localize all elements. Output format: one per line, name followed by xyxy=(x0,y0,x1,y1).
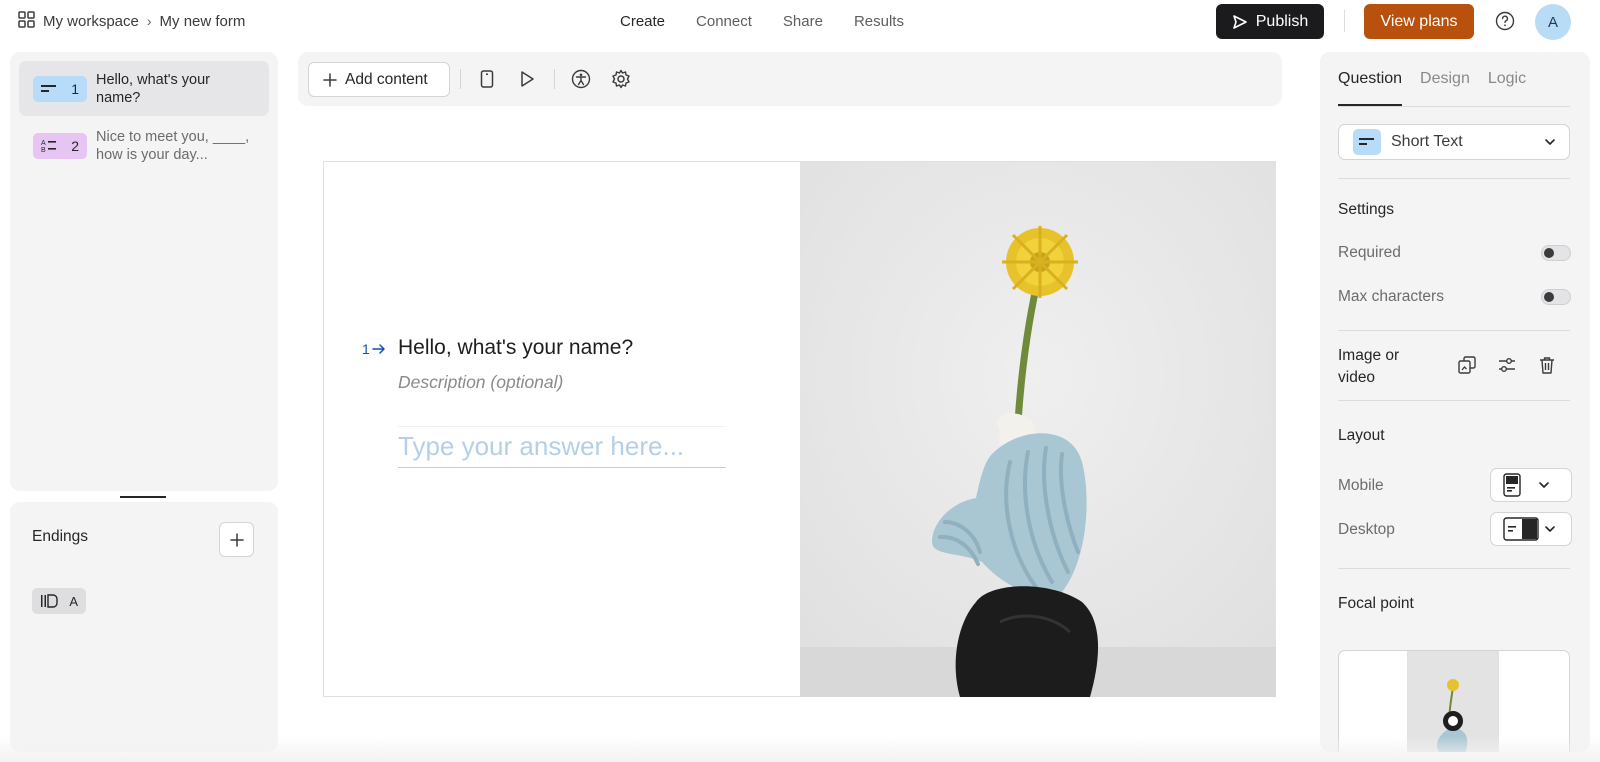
question-settings-panel: Question Design Logic Short Text Setting… xyxy=(1320,52,1590,752)
svg-text:A: A xyxy=(41,140,46,147)
top-nav: Create Connect Share Results xyxy=(620,0,904,42)
question-list-text: Hello, what's your name? xyxy=(96,72,210,106)
nav-create[interactable]: Create xyxy=(620,13,665,30)
max-characters-toggle[interactable] xyxy=(1541,289,1571,305)
chevron-down-icon xyxy=(1545,526,1555,532)
question-badge-2: AB 2 xyxy=(33,133,87,159)
mobile-layout-select[interactable] xyxy=(1490,468,1572,502)
short-text-icon xyxy=(1353,129,1381,155)
toolbar-divider xyxy=(554,69,555,89)
apps-grid-icon[interactable] xyxy=(18,10,35,32)
view-plans-button[interactable]: View plans xyxy=(1364,4,1474,39)
ending-label: A xyxy=(69,593,78,609)
settings-title: Settings xyxy=(1338,201,1395,218)
question-number: 2 xyxy=(71,138,79,154)
question-title[interactable]: Hello, what's your name? xyxy=(398,336,633,360)
desktop-layout-icon xyxy=(1503,517,1539,541)
breadcrumb-workspace[interactable]: My workspace xyxy=(43,13,139,30)
chevron-down-icon xyxy=(1545,139,1555,145)
question-description[interactable]: Description (optional) xyxy=(398,372,563,393)
focal-point-handle[interactable] xyxy=(1443,711,1463,731)
question-number: 1 xyxy=(71,81,79,97)
adjust-image-icon[interactable] xyxy=(1496,354,1518,376)
question-type-select[interactable]: Short Text xyxy=(1338,124,1570,160)
question-number-indicator: 1 xyxy=(362,341,386,357)
focal-point-title: Focal point xyxy=(1338,595,1414,612)
required-label: Required xyxy=(1338,244,1401,261)
mobile-layout-label: Mobile xyxy=(1338,477,1384,494)
section-divider xyxy=(1338,400,1570,401)
svg-text:B: B xyxy=(41,147,46,153)
send-icon xyxy=(1232,14,1247,29)
add-content-button[interactable]: Add content xyxy=(308,62,450,97)
form-canvas: 1 Hello, what's your name? Description (… xyxy=(323,161,1276,697)
tab-design[interactable]: Design xyxy=(1420,52,1470,106)
question-image[interactable] xyxy=(800,162,1276,697)
layout-title: Layout xyxy=(1338,427,1385,444)
desktop-layout-label: Desktop xyxy=(1338,521,1395,538)
image-or-video-label: Image or video xyxy=(1338,347,1400,386)
publish-button[interactable]: Publish xyxy=(1216,4,1324,39)
question-list-item-2[interactable]: AB 2 Nice to meet you, ____, how is your… xyxy=(19,118,269,173)
question-list-panel: 1 Hello, what's your name? AB 2 Nice to … xyxy=(10,52,278,491)
tab-logic[interactable]: Logic xyxy=(1488,52,1526,106)
max-characters-label: Max characters xyxy=(1338,288,1444,305)
endings-panel: Endings A xyxy=(10,502,278,752)
question-list-item-1[interactable]: 1 Hello, what's your name? xyxy=(19,61,269,116)
sculpture-image xyxy=(800,162,1276,697)
ending-item[interactable]: A xyxy=(32,588,86,614)
publish-label: Publish xyxy=(1255,12,1309,30)
settings-gear-icon[interactable] xyxy=(610,68,632,90)
replace-image-icon[interactable] xyxy=(1456,354,1478,376)
breadcrumb-separator: › xyxy=(146,13,152,29)
question-list-text: Nice to meet you, ____, how is your day.… xyxy=(96,129,250,163)
delete-image-icon[interactable] xyxy=(1536,354,1558,376)
canvas-question-number: 1 xyxy=(362,341,370,357)
desktop-layout-select[interactable] xyxy=(1490,512,1572,546)
plus-icon xyxy=(229,532,244,547)
short-text-icon xyxy=(41,85,56,92)
settings-tabs: Question Design Logic xyxy=(1338,52,1526,106)
arrow-right-icon xyxy=(372,344,385,354)
bottom-fade xyxy=(0,736,1600,762)
plus-icon xyxy=(323,72,337,87)
accessibility-icon[interactable] xyxy=(570,68,592,90)
section-divider xyxy=(1338,178,1570,179)
section-divider xyxy=(1338,330,1570,331)
play-preview-icon[interactable] xyxy=(516,68,538,90)
nav-connect[interactable]: Connect xyxy=(696,13,752,30)
multiple-choice-icon: AB xyxy=(41,140,56,153)
nav-results[interactable]: Results xyxy=(854,13,904,30)
add-ending-button[interactable] xyxy=(219,522,254,557)
question-badge-1: 1 xyxy=(33,76,87,102)
answer-input[interactable] xyxy=(398,426,726,468)
nav-share[interactable]: Share xyxy=(783,13,823,30)
toggle-knob xyxy=(1544,248,1554,258)
tab-divider xyxy=(1338,106,1570,107)
endings-title: Endings xyxy=(32,528,89,545)
section-divider xyxy=(1338,568,1570,569)
toggle-knob xyxy=(1544,292,1554,302)
top-bar: My workspace › My new form Create Connec… xyxy=(0,0,1600,44)
required-toggle[interactable] xyxy=(1541,245,1571,261)
toolbar-divider xyxy=(460,69,461,89)
ending-icon xyxy=(41,594,58,608)
help-icon[interactable] xyxy=(1495,11,1515,31)
question-type-label: Short Text xyxy=(1391,133,1463,150)
mobile-preview-icon[interactable] xyxy=(476,68,498,90)
mobile-layout-icon xyxy=(1503,473,1521,497)
add-content-label: Add content xyxy=(345,70,428,88)
breadcrumb: My workspace › My new form xyxy=(18,0,245,42)
avatar[interactable]: A xyxy=(1535,4,1571,40)
panel-resize-handle[interactable] xyxy=(120,496,166,498)
topbar-divider xyxy=(1344,10,1345,32)
chevron-down-icon xyxy=(1539,482,1549,488)
image-actions xyxy=(1456,354,1558,376)
breadcrumb-form[interactable]: My new form xyxy=(160,13,246,30)
tab-question[interactable]: Question xyxy=(1338,52,1403,106)
editor-toolbar: Add content xyxy=(298,52,1282,106)
